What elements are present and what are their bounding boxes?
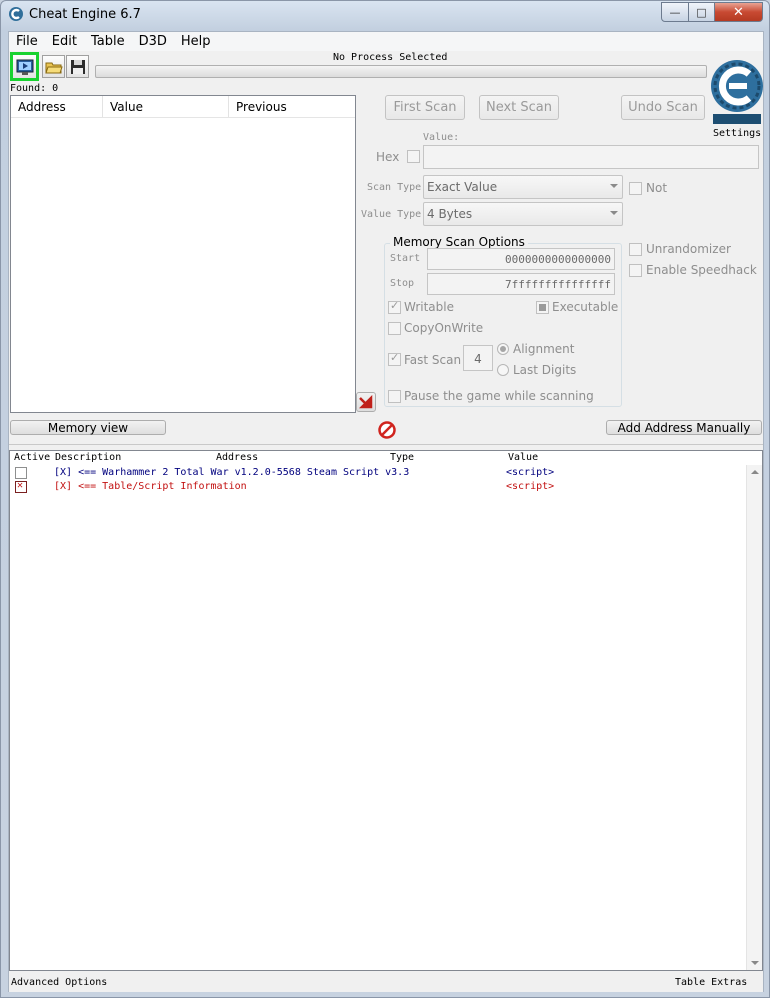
chevron-down-icon — [610, 211, 618, 215]
column-value[interactable]: Value — [508, 452, 538, 463]
select-process-button[interactable] — [10, 52, 39, 81]
last-digits-radio[interactable] — [497, 364, 509, 376]
save-disk-icon — [70, 59, 85, 74]
minimize-button[interactable]: — — [661, 2, 689, 22]
alignment-radio[interactable] — [497, 343, 509, 355]
settings-link[interactable]: Settings — [713, 128, 761, 139]
scan-type-value: Exact Value — [427, 180, 498, 194]
cheat-engine-logo[interactable] — [709, 52, 765, 128]
memory-view-button[interactable]: Memory view — [10, 420, 166, 435]
start-address-input[interactable]: 0000000000000000 — [427, 248, 615, 270]
advanced-options-link[interactable]: Advanced Options — [11, 977, 107, 988]
window-title: Cheat Engine 6.7 — [29, 7, 141, 22]
title-bar[interactable]: Cheat Engine 6.7 — □ ✕ — [1, 1, 769, 29]
pause-game-label: Pause the game while scanning — [404, 389, 594, 403]
scroll-up-arrow-icon[interactable] — [751, 470, 759, 474]
panel-splitter[interactable] — [9, 444, 763, 447]
scan-type-label: Scan Type — [367, 182, 422, 193]
stop-address-input[interactable]: 7fffffffffffffff — [427, 273, 615, 295]
save-file-button[interactable] — [66, 55, 89, 78]
no-entry-icon — [378, 421, 396, 439]
chevron-down-icon — [610, 184, 618, 188]
address-list[interactable]: Active Description Address Type Value [X… — [9, 450, 763, 971]
active-checkbox[interactable] — [15, 480, 27, 493]
column-address[interactable]: Address — [11, 96, 103, 117]
maximize-button[interactable]: □ — [689, 2, 715, 22]
value-label: Value: — [423, 132, 460, 143]
unrandomizer-label: Unrandomizer — [646, 242, 731, 256]
next-scan-button[interactable]: Next Scan — [479, 95, 559, 120]
not-label: Not — [646, 181, 668, 195]
table-row[interactable]: [X] <== Warhammer 2 Total War v1.2.0-556… — [10, 466, 748, 480]
active-checkbox[interactable] — [15, 467, 27, 479]
menu-table[interactable]: Table — [84, 32, 132, 51]
status-bar: Advanced Options Table Extras — [9, 973, 763, 992]
client-area: File Edit Table D3D Help No Process Sele… — [8, 31, 764, 992]
value-type-label: Value Type — [361, 209, 422, 220]
close-button[interactable]: ✕ — [715, 2, 763, 22]
menu-file[interactable]: File — [9, 32, 45, 51]
menu-bar: File Edit Table D3D Help — [9, 32, 763, 51]
not-checkbox[interactable] — [629, 182, 642, 195]
process-name-label: No Process Selected — [333, 52, 448, 63]
first-scan-button[interactable]: First Scan — [385, 95, 465, 120]
last-digits-label: Last Digits — [513, 363, 577, 377]
value-type-select[interactable]: 4 Bytes — [423, 202, 623, 226]
fast-scan-label: Fast Scan — [404, 353, 462, 367]
table-extras-link[interactable]: Table Extras — [675, 977, 747, 988]
speedhack-label: Enable Speedhack — [646, 263, 757, 277]
executable-label: Executable — [552, 300, 619, 314]
red-arrow-down-right-icon — [359, 395, 373, 409]
column-description[interactable]: Description — [55, 452, 121, 463]
copy-on-write-checkbox[interactable] — [388, 322, 401, 335]
table-row[interactable]: [X] <== Table/Script Information <script… — [10, 480, 748, 494]
fast-scan-alignment-input[interactable]: 4 — [463, 345, 493, 371]
stop-label: Stop — [390, 278, 415, 289]
unrandomizer-checkbox[interactable] — [629, 243, 642, 256]
copy-to-addresslist-button[interactable] — [356, 392, 376, 412]
hex-label: Hex — [376, 150, 400, 164]
value-input[interactable] — [423, 145, 759, 169]
speedhack-checkbox[interactable] — [629, 264, 642, 277]
select-process-icon — [16, 59, 33, 75]
add-address-manually-button[interactable]: Add Address Manually — [606, 420, 762, 435]
pause-game-checkbox[interactable] — [388, 390, 401, 403]
menu-edit[interactable]: Edit — [45, 32, 84, 51]
clear-list-button[interactable] — [377, 420, 397, 440]
writable-label: Writable — [404, 300, 454, 314]
writable-checkbox[interactable] — [388, 299, 401, 314]
column-value[interactable]: Value — [103, 96, 229, 117]
row-description: [X] <== Warhammer 2 Total War v1.2.0-556… — [54, 467, 410, 478]
scan-progress-bar — [95, 65, 707, 78]
main-window: Cheat Engine 6.7 — □ ✕ File Edit Table D… — [0, 0, 770, 998]
column-active[interactable]: Active — [14, 452, 50, 463]
open-file-button[interactable] — [42, 55, 65, 78]
menu-help[interactable]: Help — [174, 32, 218, 51]
cheat-engine-app-icon — [9, 7, 23, 21]
menu-d3d[interactable]: D3D — [132, 32, 174, 51]
scan-results-list[interactable]: Address Value Previous — [10, 95, 356, 413]
address-list-header: Active Description Address Type Value — [10, 451, 748, 465]
scan-results-header: Address Value Previous — [11, 96, 355, 118]
scan-type-select[interactable]: Exact Value — [423, 175, 623, 199]
memory-scan-options-title: Memory Scan Options — [390, 235, 528, 249]
open-folder-icon — [44, 62, 63, 73]
column-type[interactable]: Type — [390, 452, 414, 463]
row-value: <script> — [506, 481, 555, 492]
alignment-label: Alignment — [513, 342, 575, 356]
value-type-value: 4 Bytes — [427, 207, 473, 221]
found-count-label: Found: 0 — [10, 83, 59, 94]
address-list-scrollbar[interactable] — [746, 465, 762, 970]
copy-on-write-label: CopyOnWrite — [404, 321, 484, 335]
hex-checkbox[interactable] — [407, 150, 420, 163]
row-description: [X] <== Table/Script Information — [54, 481, 247, 492]
scroll-down-arrow-icon[interactable] — [751, 961, 759, 965]
column-previous[interactable]: Previous — [229, 96, 355, 117]
row-value: <script> — [506, 467, 555, 478]
start-label: Start — [390, 253, 421, 264]
executable-checkbox[interactable] — [536, 301, 549, 314]
undo-scan-button[interactable]: Undo Scan — [621, 95, 705, 120]
column-address[interactable]: Address — [216, 452, 258, 463]
fast-scan-checkbox[interactable] — [388, 351, 401, 366]
